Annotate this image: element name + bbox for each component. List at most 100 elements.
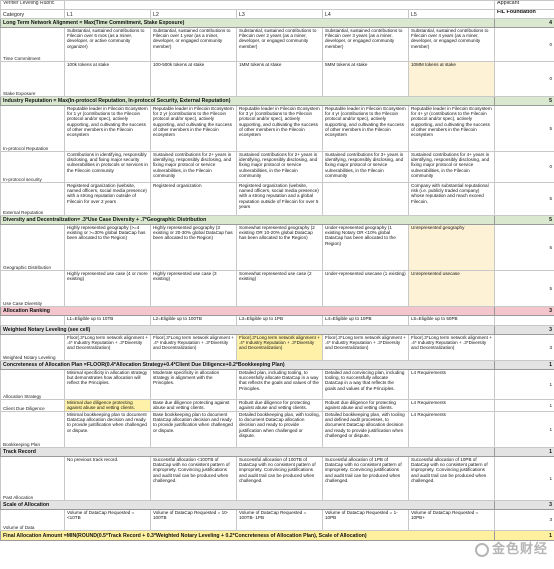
level-criteria-cell: Reputable leader in Filecoin Ecosystem f…: [322, 105, 409, 152]
row-score: 0: [494, 27, 554, 62]
level-criteria-cell: Highly represented geography (>=4 existi…: [64, 224, 151, 271]
criterion-label: Allocation Strategy: [0, 369, 65, 400]
level-criteria-cell: Base bookkeeping plan to document DataCa…: [150, 411, 237, 448]
criterion-label: In-protocol Reputation: [0, 105, 65, 152]
level-criteria-cell: Registered organization (website, named …: [236, 182, 323, 216]
level-header: L4: [322, 9, 409, 19]
level-criteria-cell: Substantial, sustained contributions to …: [408, 27, 495, 62]
level-criteria-cell: Under-represented usecase (1 existing): [322, 270, 409, 307]
level-criteria-cell: L4 Requirements: [408, 399, 495, 412]
level-criteria-cell: Company with substantial reputational ri…: [408, 182, 495, 216]
level-criteria-cell: Successful allocation of 1PB of DataCap …: [322, 456, 409, 501]
level-criteria-cell: Registered organization: [150, 182, 237, 216]
level-criteria-cell: Volume of DataCap Requested = 100TB- 1PB: [236, 509, 323, 531]
section-header-row: Industry Reputation = Max(In-protocol Re…: [0, 96, 554, 106]
level-criteria-cell: 100k tokens at stake: [64, 61, 151, 97]
section-header-row: Diversity and Decentralization= .3*Use C…: [0, 215, 554, 225]
section-title: Allocation Ranking: [0, 306, 495, 316]
level-criteria-cell: Unrepresented geography: [408, 224, 495, 271]
level-criteria-cell: Moderate specificity in allocation strat…: [150, 369, 237, 400]
criterion-label: Use Case Diversity: [0, 270, 65, 307]
rubric-row: Volume of Data Volume of DataCap Requeste…: [0, 509, 554, 531]
level-criteria-cell: Robust due diligence for protecting agai…: [322, 399, 409, 412]
level-criteria-cell: Floor(.3*Long term network alignment + .…: [408, 334, 495, 361]
level-criteria-cell: Volume of DataCap Requested = 1-10PB: [322, 509, 409, 531]
rubric-row: External Reputation Registered organizati…: [0, 182, 554, 216]
rubric-row: L1=Eligible up to 10TB L2=Eligible up to …: [0, 315, 554, 326]
level-criteria-cell: Contributions in identifying, responsibl…: [64, 151, 151, 183]
level-criteria-cell: Unrepresented usecase: [408, 270, 495, 307]
level-criteria-cell: Successful allocation <100TB of DataCap …: [150, 456, 237, 501]
applicant-label: Applicant: [494, 0, 554, 10]
criterion-label: In-protocol security: [0, 151, 65, 183]
section-header-row: Scale of Allocation 3: [0, 500, 554, 510]
category-header: Category: [0, 9, 65, 19]
level-criteria-cell: 10MM tokens at stake: [408, 61, 495, 97]
section-score: 1: [494, 360, 554, 370]
row-score: 5: [494, 105, 554, 152]
level-criteria-cell: Floor(.3*Long term network alignment + .…: [236, 334, 323, 361]
criterion-label: Stake Exposure: [0, 61, 65, 97]
row-score: 5: [494, 182, 554, 216]
section-title: Scale of Allocation: [0, 500, 495, 510]
level-criteria-cell: Substantial, sustained contributions to …: [150, 27, 237, 62]
level-criteria-cell: Base due diligence protecting against ab…: [150, 399, 237, 412]
row-score: 1: [494, 411, 554, 448]
row-score: 3: [494, 334, 554, 361]
level-criteria-cell: Successful allocation of 10PB of DataCap…: [408, 456, 495, 501]
level-criteria-cell: Floor(.3*Long term network alignment + .…: [64, 334, 151, 361]
level-criteria-cell: Volume of DataCap Requested = 10PB+: [408, 509, 495, 531]
level-criteria-cell: Sustained contributions for 4+ years in …: [408, 151, 495, 183]
level-criteria-cell: Detailed bookkeeping plan, with tooling …: [322, 411, 409, 448]
rubric-row: Weighted Notary Leveling Floor(.3*Long te…: [0, 334, 554, 361]
level-header: L5: [408, 9, 495, 19]
level-criteria-cell: Somewhat represented use case (2 existin…: [236, 270, 323, 307]
level-criteria-cell: Volume of DataCap Requested = 10-100TB: [150, 509, 237, 531]
level-criteria-cell: No previous track record.: [64, 456, 151, 501]
rubric-row: Client Due Diligence Minimal due diligenc…: [0, 399, 554, 412]
criterion-label: Bookkeeping Plan: [0, 411, 65, 448]
level-criteria-cell: Sustained contributions for 2+ years in …: [236, 151, 323, 183]
final-row: Final Allocation Amount =MIN(ROUND(0.5*T…: [0, 530, 554, 541]
section-score: 1: [494, 447, 554, 457]
level-criteria-cell: Detailed bookkeeping plan, with tooling,…: [236, 411, 323, 448]
criterion-label: Weighted Notary Leveling: [0, 334, 65, 361]
level-header: L3: [236, 9, 323, 19]
level-criteria-cell: Floor(.3*Long term network alignment + .…: [150, 334, 237, 361]
section-title: Long Term Network Alignment = Max(Time C…: [0, 18, 495, 28]
row-score: 1: [494, 456, 554, 501]
level-criteria-cell: Reputable leader in Filecoin Ecosystem f…: [408, 105, 495, 152]
row-score: 5: [494, 270, 554, 307]
level-criteria-cell: 5MM tokens at stake: [322, 61, 409, 97]
level-criteria-cell: L4 Requirements: [408, 369, 495, 400]
section-header-row: Allocation Ranking 3: [0, 306, 554, 316]
level-criteria-cell: Under-represented geography (1 existing …: [322, 224, 409, 271]
rubric-row: Stake Exposure 100k tokens at stake 100-50…: [0, 61, 554, 97]
level-criteria-cell: Robust due diligence for protecting agai…: [236, 399, 323, 412]
applicant-name: FIL Foundation: [494, 9, 554, 19]
level-header: L2: [150, 9, 237, 19]
criterion-label: Client Due Diligence: [0, 399, 65, 412]
rubric-row: Use Case Diversity Highly represented use…: [0, 270, 554, 307]
criterion-label: External Reputation: [0, 182, 65, 216]
section-header-row: Concreteness of Allocation Plan =FLOOR(0…: [0, 360, 554, 370]
criterion-label: Past Allocation: [0, 456, 65, 501]
final-formula: Final Allocation Amount =MIN(ROUND(0.5*T…: [0, 530, 495, 541]
level-criteria-cell: L5=Eligible up to 50PB: [408, 315, 495, 326]
coin-logo-icon: [474, 542, 489, 557]
row-score: 0: [494, 151, 554, 183]
row-score: 0: [494, 61, 554, 97]
section-header-row: Track Record 1: [0, 447, 554, 457]
criterion-label: Volume of Data: [0, 509, 65, 531]
level-criteria-cell: Successful allocation of 100TB of DataCa…: [236, 456, 323, 501]
level-criteria-cell: Sustained contributions for 2+ years in …: [150, 151, 237, 183]
level-criteria-cell: Detailed plan, including tooling, to suc…: [236, 369, 323, 400]
watermark-text: 金色财经: [491, 541, 548, 556]
watermark-logo: 金色财经: [474, 538, 548, 557]
level-criteria-cell: 1MM tokens at stake: [236, 61, 323, 97]
section-title: Weighted Notary Leveling (see cell): [0, 325, 495, 335]
level-criteria-cell: [322, 182, 409, 216]
level-criteria-cell: 100-500k tokens at stake: [150, 61, 237, 97]
level-criteria-cell: Minimal due diligence protecting against…: [64, 399, 151, 412]
level-criteria-cell: Volume of DataCap Requested = <10TB: [64, 509, 151, 531]
